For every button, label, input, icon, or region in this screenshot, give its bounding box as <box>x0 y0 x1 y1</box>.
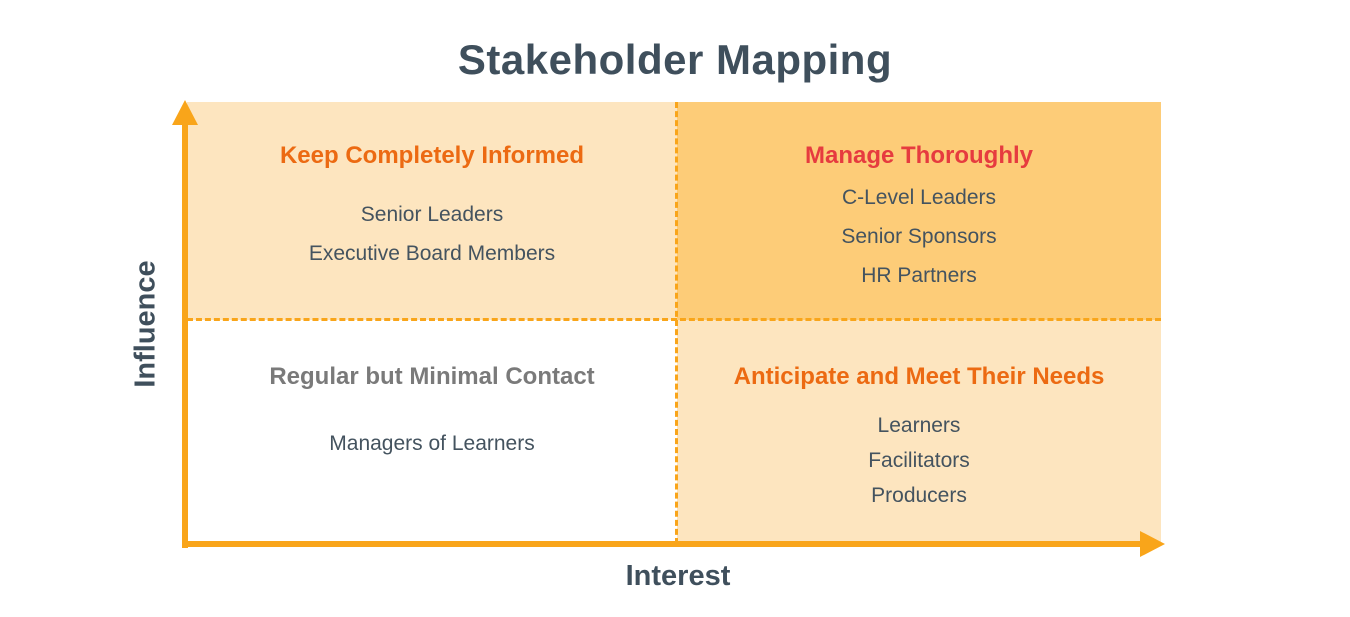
x-axis-label: Interest <box>625 560 731 592</box>
page-title: Stakeholder Mapping <box>457 36 893 83</box>
arrow-right-icon <box>1140 531 1165 557</box>
stakeholder-list: C-Level Leaders Senior Sponsors HR Partn… <box>677 178 1161 295</box>
vertical-divider <box>675 102 678 544</box>
stakeholder-list: Senior Leaders Executive Board Members <box>187 195 677 273</box>
y-axis-line <box>182 122 188 548</box>
quadrant-manage-thoroughly: Manage Thoroughly C-Level Leaders Senior… <box>677 102 1161 320</box>
stakeholder-item: Producers <box>871 484 967 507</box>
stakeholder-list: Managers of Learners <box>187 424 677 463</box>
stakeholder-item: Senior Leaders <box>360 203 504 226</box>
quadrant-title: Anticipate and Meet Their Needs <box>733 363 1105 390</box>
stakeholder-item: Managers of Learners <box>329 432 535 455</box>
stakeholder-item: Senior Sponsors <box>841 225 997 248</box>
stakeholder-item: C-Level Leaders <box>841 186 997 209</box>
stakeholder-item: Executive Board Members <box>308 242 556 265</box>
stakeholder-item: HR Partners <box>861 264 977 287</box>
y-axis-label: Influence <box>129 260 162 388</box>
stakeholder-item: Learners <box>877 414 961 437</box>
x-axis-line <box>182 541 1142 547</box>
arrow-up-icon <box>172 100 198 125</box>
quadrant-regular-minimal-contact: Regular but Minimal Contact Managers of … <box>187 320 677 544</box>
quadrant-anticipate-needs: Anticipate and Meet Their Needs Learners… <box>677 320 1161 544</box>
stakeholder-item: Facilitators <box>868 449 970 472</box>
stakeholder-list: Learners Facilitators Producers <box>677 408 1161 513</box>
quadrant-title: Manage Thoroughly <box>805 142 1033 169</box>
quadrant-title: Regular but Minimal Contact <box>269 363 595 390</box>
quadrant-keep-completely-informed: Keep Completely Informed Senior Leaders … <box>187 102 677 320</box>
horizontal-divider <box>187 318 1161 321</box>
quadrant-title: Keep Completely Informed <box>279 142 585 169</box>
